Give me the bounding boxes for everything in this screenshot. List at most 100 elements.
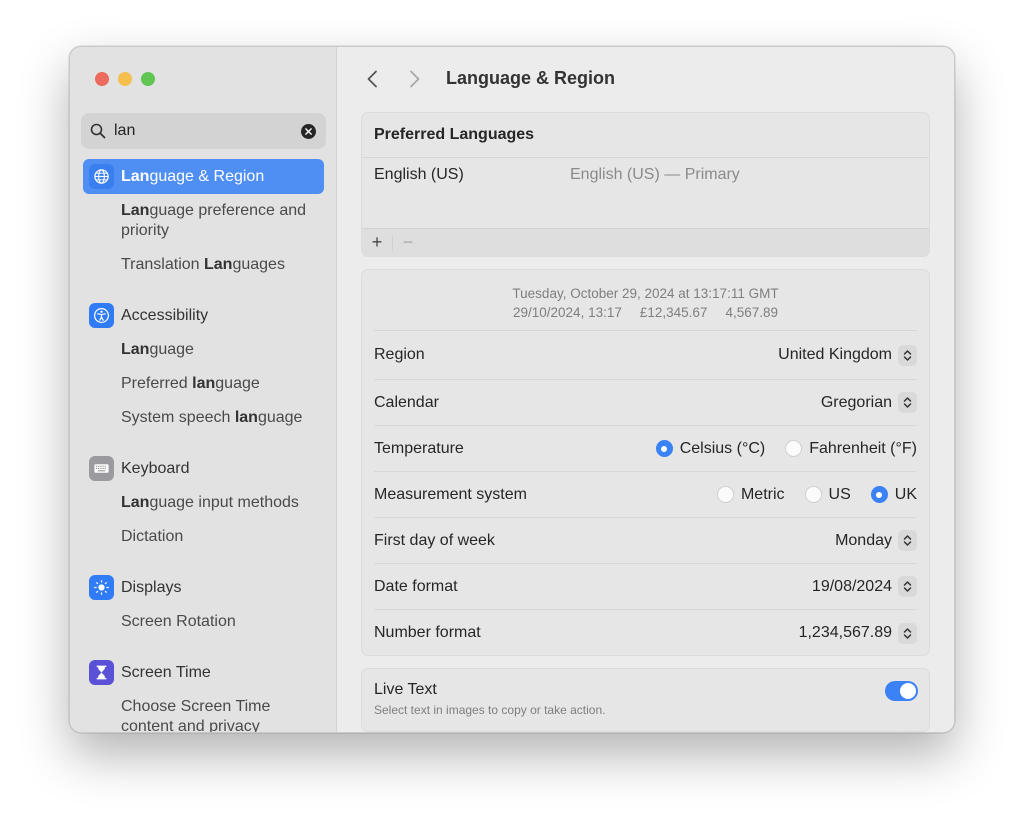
remove-language-button[interactable]: − (393, 229, 423, 257)
accessibility-icon (89, 303, 114, 328)
popup-chevrons-icon (898, 576, 917, 597)
us-radio[interactable]: US (804, 485, 851, 504)
sidebar-item-label: Screen Time (121, 663, 211, 681)
region-row: Region United Kingdom (374, 331, 917, 380)
language-name: English (US) (374, 165, 464, 183)
number-format-popup[interactable]: 1,234,567.89 (798, 622, 917, 644)
magnifying-glass-icon (90, 123, 106, 139)
fahrenheit-label: Fahrenheit (°F) (809, 439, 917, 457)
radio-selected (870, 486, 888, 503)
main-pane: Language & Region Preferred Languages En… (337, 47, 954, 732)
sidebar-subitem-language[interactable]: Language (83, 333, 324, 367)
sun-icon (89, 575, 114, 600)
number-format-value: 1,234,567.89 (798, 624, 892, 641)
temperature-label: Temperature (374, 439, 464, 457)
popup-chevrons-icon (898, 622, 917, 644)
region-label: Region (374, 346, 425, 363)
sidebar-item-displays[interactable]: Displays (83, 570, 324, 605)
measurement-radio-group: Metric US UK (697, 486, 917, 504)
settings-window: lan Language & Region Language preferenc… (69, 46, 955, 733)
temperature-radio-group: Celsius (°C) Fahrenheit (°F) (636, 440, 917, 458)
uk-radio[interactable]: UK (870, 485, 917, 504)
sidebar-subitem-screen-time-content[interactable]: Choose Screen Time content and privacy (83, 690, 283, 732)
celsius-radio[interactable]: Celsius (°C) (655, 439, 766, 458)
first-day-row: First day of week Monday (374, 518, 917, 564)
metric-label: Metric (740, 485, 785, 503)
radio-unselected (785, 440, 803, 457)
back-chevron-icon (367, 70, 377, 88)
maximize-button[interactable] (141, 72, 155, 86)
number-format-row: Number format 1,234,567.89 (374, 610, 917, 655)
radio-selected (655, 440, 673, 457)
sidebar-item-label: Keyboard (121, 459, 190, 477)
preferred-languages-header: Preferred Languages (362, 113, 929, 158)
search-field[interactable]: lan (81, 113, 326, 149)
back-button[interactable] (360, 67, 384, 91)
preview-short-date: 29/10/2024, 13:17 (513, 305, 622, 320)
preferred-languages-card: Preferred Languages English (US) English… (361, 112, 930, 257)
celsius-label: Celsius (°C) (679, 439, 766, 457)
sidebar-results: Language & Region Language preference an… (83, 159, 324, 732)
calendar-row: Calendar Gregorian (374, 380, 917, 426)
preview-currency: £12,345.67 (639, 305, 708, 320)
globe-icon (89, 164, 114, 189)
date-format-popup[interactable]: 19/08/2024 (812, 576, 917, 597)
sidebar-subitem-dictation[interactable]: Dictation (83, 520, 324, 554)
live-text-toggle[interactable] (885, 681, 918, 701)
first-day-label: First day of week (374, 531, 495, 549)
date-format-row: Date format 19/08/2024 (374, 564, 917, 610)
date-format-value: 19/08/2024 (811, 577, 892, 595)
result-group-screen-time: Screen Time Choose Screen Time content a… (83, 655, 324, 732)
live-text-subtitle: Select text in images to copy or take ac… (374, 703, 606, 717)
preview-formats: 29/10/2024, 13:17 £12,345.67 4,567.89 (374, 303, 917, 322)
sidebar-item-label: Language & Region (121, 167, 265, 185)
us-label: US (828, 485, 851, 503)
calendar-label: Calendar (374, 393, 439, 411)
live-text-title: Live Text (374, 681, 437, 698)
search-input[interactable]: lan (114, 122, 301, 140)
measurement-label: Measurement system (374, 485, 527, 503)
popup-chevrons-icon (898, 344, 917, 366)
page-title: Language & Region (446, 68, 616, 88)
forward-button[interactable] (403, 67, 427, 91)
measurement-row: Measurement system Metric US UK (374, 472, 917, 518)
radio-unselected (716, 486, 734, 503)
sidebar-item-language-region[interactable]: Language & Region (83, 159, 324, 194)
calendar-value: Gregorian (820, 393, 892, 411)
sidebar-subitem-language-input-methods[interactable]: Language input methods (83, 486, 324, 520)
fahrenheit-radio[interactable]: Fahrenheit (°F) (785, 440, 917, 458)
sidebar-subitem-translation-languages[interactable]: Translation Languages (83, 248, 324, 282)
sidebar-item-screen-time[interactable]: Screen Time (83, 655, 324, 690)
popup-chevrons-icon (898, 392, 917, 413)
clear-icon[interactable] (301, 123, 316, 139)
language-row[interactable]: English (US) English (US) — Primary (362, 158, 929, 191)
add-language-button[interactable]: + (362, 229, 392, 257)
result-group-keyboard: Keyboard Language input methods Dictatio… (83, 451, 324, 554)
live-text-card: Live Text Select text in images to copy … (361, 668, 930, 732)
sidebar-subitem-system-speech-language[interactable]: System speech language (83, 401, 324, 435)
popup-chevrons-icon (898, 530, 917, 551)
forward-chevron-icon (410, 70, 420, 88)
hourglass-icon (89, 660, 114, 685)
sidebar-item-accessibility[interactable]: Accessibility (83, 298, 324, 333)
close-button[interactable] (95, 72, 109, 86)
minimize-button[interactable] (118, 72, 132, 86)
metric-radio[interactable]: Metric (716, 485, 785, 504)
sidebar-subitem-screen-rotation[interactable]: Screen Rotation (83, 605, 324, 639)
number-format-label: Number format (374, 624, 481, 641)
sidebar-subitem-language-preference[interactable]: Language preference and priority (83, 194, 324, 248)
calendar-popup[interactable]: Gregorian (821, 392, 917, 413)
sidebar-item-keyboard[interactable]: Keyboard (83, 451, 324, 486)
region-value: United Kingdom (778, 346, 892, 363)
sidebar-item-label: Accessibility (121, 306, 209, 324)
sidebar: lan Language & Region Language preferenc… (70, 47, 337, 732)
radio-unselected (804, 486, 822, 503)
uk-label: UK (894, 485, 917, 503)
sidebar-item-label: Displays (121, 578, 182, 596)
region-popup[interactable]: United Kingdom (778, 344, 917, 366)
preview-full-date: Tuesday, October 29, 2024 at 13:17:11 GM… (512, 286, 779, 301)
result-group-language-region: Language & Region Language preference an… (83, 159, 324, 282)
format-preview: Tuesday, October 29, 2024 at 13:17:11 GM… (374, 270, 917, 331)
first-day-popup[interactable]: Monday (835, 530, 917, 551)
sidebar-subitem-preferred-language[interactable]: Preferred language (83, 367, 324, 401)
